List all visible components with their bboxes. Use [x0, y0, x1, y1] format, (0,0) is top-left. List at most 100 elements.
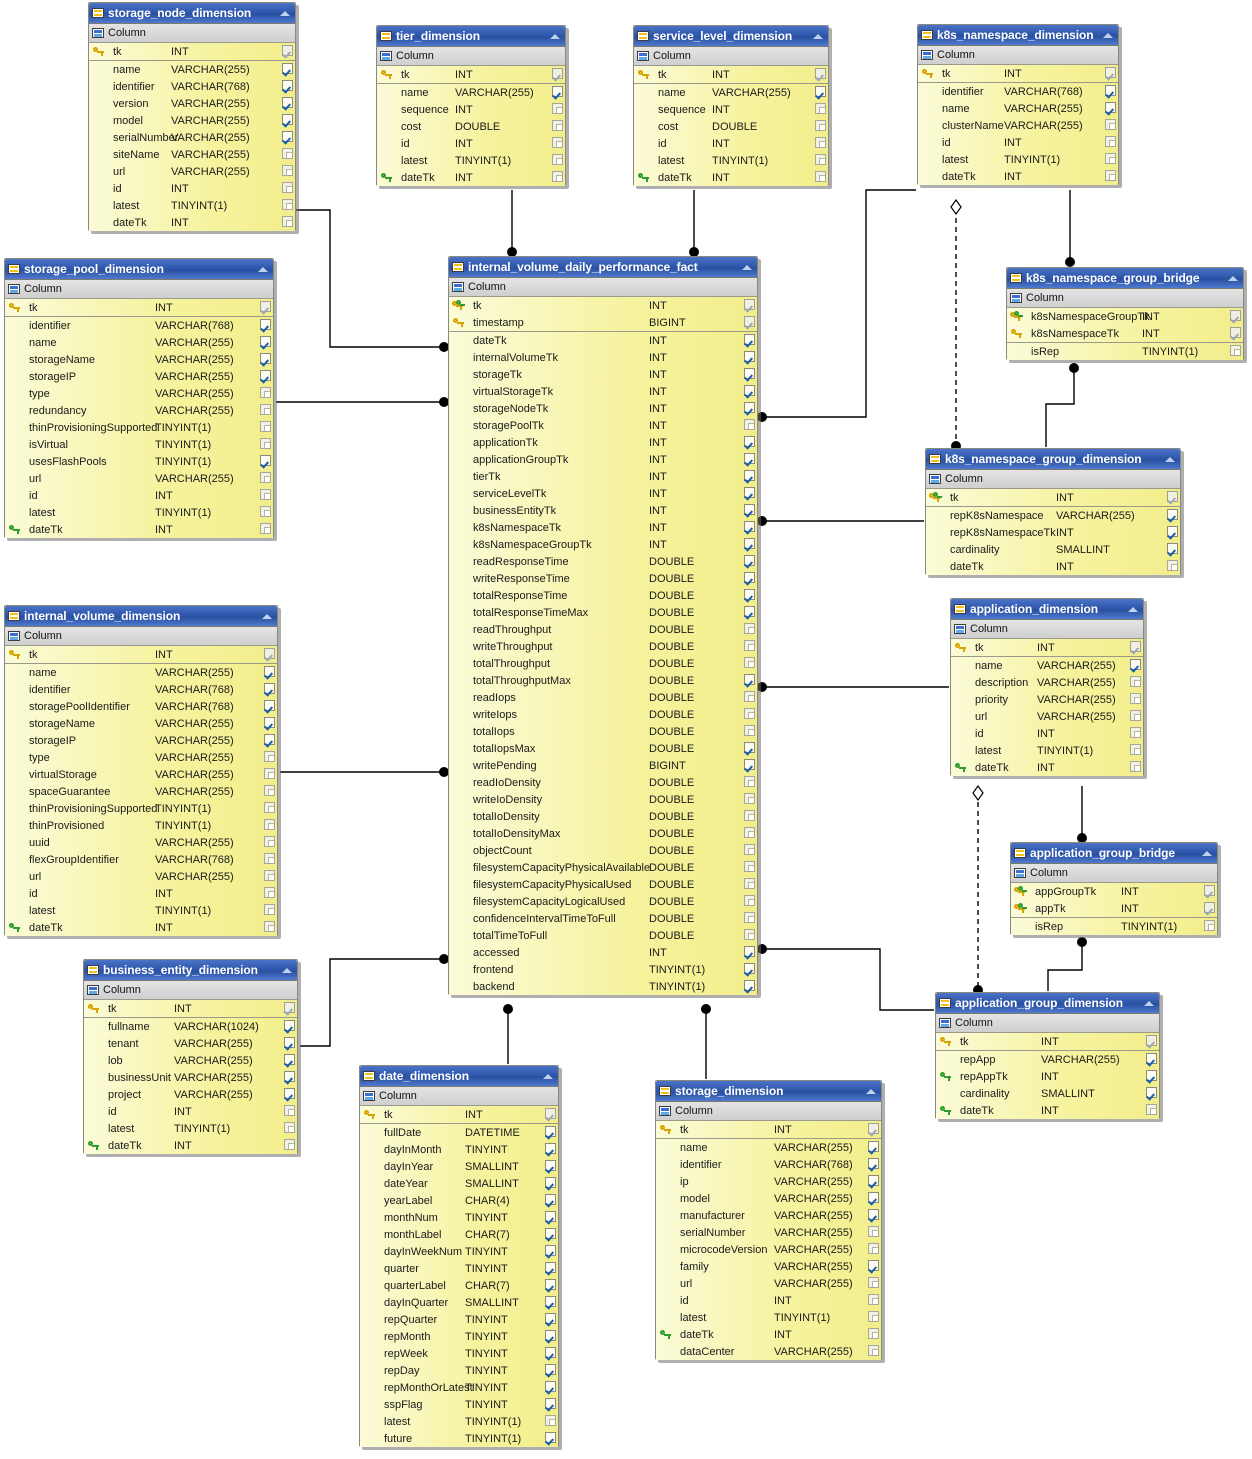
- table-row[interactable]: url VARCHAR(255): [656, 1275, 881, 1292]
- table-row[interactable]: timestamp BIGINT: [449, 314, 757, 331]
- checkbox-checked[interactable]: [545, 1261, 556, 1276]
- table-row[interactable]: cardinality SMALLINT: [936, 1085, 1159, 1102]
- checkbox-checked[interactable]: [744, 384, 755, 399]
- table-row[interactable]: serialNumber VARCHAR(255): [89, 129, 295, 146]
- table-title-bar[interactable]: application_group_dimension: [936, 993, 1159, 1014]
- checkbox-unchecked[interactable]: [282, 164, 293, 179]
- table-row[interactable]: accessed INT: [449, 944, 757, 961]
- table-row[interactable]: dayInQuarter SMALLINT: [360, 1294, 558, 1311]
- checkbox-checked[interactable]: [744, 741, 755, 756]
- table-row[interactable]: repQuarter TINYINT: [360, 1311, 558, 1328]
- checkbox-checked[interactable]: [282, 96, 293, 111]
- table-title-bar[interactable]: storage_node_dimension: [89, 3, 295, 24]
- table-row[interactable]: latest TINYINT(1): [634, 152, 828, 169]
- checkbox-unchecked[interactable]: [1105, 118, 1116, 133]
- table-row[interactable]: priority VARCHAR(255): [951, 691, 1143, 708]
- checkbox-checked[interactable]: [545, 1397, 556, 1412]
- checkbox-checked[interactable]: [284, 1019, 295, 1034]
- table-row[interactable]: k8sNamespaceGroupTk INT: [449, 536, 757, 553]
- table-row[interactable]: usesFlashPools TINYINT(1): [5, 453, 273, 470]
- table-row[interactable]: identifier VARCHAR(768): [5, 317, 273, 334]
- checkbox-checked[interactable]: [744, 945, 755, 960]
- table-row[interactable]: thinProvisioningSupported TINYINT(1): [5, 800, 277, 817]
- checkbox-checked[interactable]: [282, 113, 293, 128]
- table-row[interactable]: tk INT: [449, 297, 757, 314]
- checkbox-unchecked[interactable]: [284, 1104, 295, 1119]
- checkbox-checked[interactable]: [1167, 542, 1178, 557]
- checkbox-checked[interactable]: [744, 367, 755, 382]
- checkbox-readonly[interactable]: [1130, 640, 1141, 655]
- table-row[interactable]: dateTk INT: [84, 1137, 297, 1154]
- entity-table-business_entity_dimension[interactable]: business_entity_dimension Column tk INT full…: [83, 959, 298, 1154]
- checkbox-checked[interactable]: [545, 1380, 556, 1395]
- chevron-up-icon[interactable]: [812, 32, 825, 41]
- checkbox-unchecked[interactable]: [260, 437, 271, 452]
- checkbox-unchecked[interactable]: [744, 877, 755, 892]
- checkbox-unchecked[interactable]: [868, 1293, 879, 1308]
- checkbox-unchecked[interactable]: [260, 420, 271, 435]
- chevron-up-icon[interactable]: [279, 9, 292, 18]
- table-row[interactable]: name VARCHAR(255): [89, 61, 295, 78]
- chevron-up-icon[interactable]: [865, 1087, 878, 1096]
- chevron-up-icon[interactable]: [257, 265, 270, 274]
- checkbox-checked[interactable]: [744, 979, 755, 994]
- table-row[interactable]: tk INT: [918, 65, 1118, 82]
- table-row[interactable]: project VARCHAR(255): [84, 1086, 297, 1103]
- checkbox-unchecked[interactable]: [264, 920, 275, 935]
- table-title-bar[interactable]: k8s_namespace_group_dimension: [926, 449, 1180, 470]
- table-row[interactable]: identifier VARCHAR(768): [918, 83, 1118, 100]
- table-row[interactable]: tierTk INT: [449, 468, 757, 485]
- checkbox-checked[interactable]: [545, 1312, 556, 1327]
- table-row[interactable]: clusterName VARCHAR(255): [918, 117, 1118, 134]
- table-row[interactable]: frontend TINYINT(1): [449, 961, 757, 978]
- table-row[interactable]: totalThroughputMax DOUBLE: [449, 672, 757, 689]
- checkbox-checked[interactable]: [264, 699, 275, 714]
- table-row[interactable]: lob VARCHAR(255): [84, 1052, 297, 1069]
- table-row[interactable]: name VARCHAR(255): [377, 84, 565, 101]
- table-row[interactable]: redundancy VARCHAR(255): [5, 402, 273, 419]
- table-row[interactable]: type VARCHAR(255): [5, 385, 273, 402]
- checkbox-readonly[interactable]: [1105, 66, 1116, 81]
- table-row[interactable]: latest TINYINT(1): [360, 1413, 558, 1430]
- checkbox-unchecked[interactable]: [744, 843, 755, 858]
- checkbox-unchecked[interactable]: [815, 136, 826, 151]
- table-row[interactable]: yearLabel CHAR(4): [360, 1192, 558, 1209]
- checkbox-checked[interactable]: [1105, 101, 1116, 116]
- table-row[interactable]: dateTk INT: [449, 332, 757, 349]
- table-row[interactable]: sequence INT: [634, 101, 828, 118]
- checkbox-unchecked[interactable]: [868, 1327, 879, 1342]
- checkbox-checked[interactable]: [1105, 84, 1116, 99]
- table-row[interactable]: id INT: [918, 134, 1118, 151]
- checkbox-unchecked[interactable]: [1130, 675, 1141, 690]
- table-row[interactable]: version VARCHAR(255): [89, 95, 295, 112]
- table-title-bar[interactable]: tier_dimension: [377, 26, 565, 47]
- checkbox-unchecked[interactable]: [744, 775, 755, 790]
- checkbox-unchecked[interactable]: [284, 1121, 295, 1136]
- checkbox-unchecked[interactable]: [744, 792, 755, 807]
- table-row[interactable]: future TINYINT(1): [360, 1430, 558, 1447]
- checkbox-checked[interactable]: [1146, 1069, 1157, 1084]
- table-row[interactable]: repMonth TINYINT: [360, 1328, 558, 1345]
- chevron-up-icon[interactable]: [1201, 849, 1214, 858]
- checkbox-unchecked[interactable]: [260, 386, 271, 401]
- table-title-bar[interactable]: k8s_namespace_group_bridge: [1007, 268, 1243, 289]
- table-row[interactable]: thinProvisioningSupported TINYINT(1): [5, 419, 273, 436]
- entity-table-application_group_dimension[interactable]: application_group_dimension Column tk INT re…: [935, 992, 1160, 1119]
- checkbox-checked[interactable]: [284, 1053, 295, 1068]
- table-row[interactable]: name VARCHAR(255): [5, 334, 273, 351]
- checkbox-checked[interactable]: [545, 1346, 556, 1361]
- table-row[interactable]: id INT: [951, 725, 1143, 742]
- table-row[interactable]: writePending BIGINT: [449, 757, 757, 774]
- table-row[interactable]: dateTk INT: [656, 1326, 881, 1343]
- checkbox-checked[interactable]: [545, 1363, 556, 1378]
- table-row[interactable]: tk INT: [936, 1033, 1159, 1050]
- checkbox-readonly[interactable]: [260, 300, 271, 315]
- table-row[interactable]: storageTk INT: [449, 366, 757, 383]
- checkbox-unchecked[interactable]: [1105, 152, 1116, 167]
- checkbox-checked[interactable]: [264, 716, 275, 731]
- table-row[interactable]: tk INT: [656, 1121, 881, 1138]
- table-row[interactable]: latest TINYINT(1): [951, 742, 1143, 759]
- checkbox-readonly[interactable]: [1146, 1034, 1157, 1049]
- checkbox-unchecked[interactable]: [260, 488, 271, 503]
- checkbox-unchecked[interactable]: [1230, 344, 1241, 359]
